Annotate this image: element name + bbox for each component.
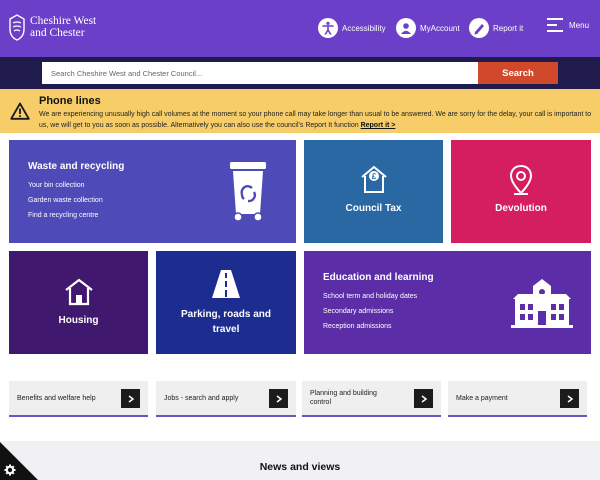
reportit-link[interactable]: Report it [469, 17, 523, 39]
crest-icon [9, 14, 25, 41]
quicklink-label-line-1: Benefits and welfare help [17, 395, 96, 402]
tile-housing[interactable]: Housing [9, 251, 148, 354]
tile-title-line-2: travel [212, 324, 240, 335]
tile-devolution[interactable]: Devolution [451, 140, 591, 243]
map-pin-icon [508, 164, 534, 196]
quicklink-label-line-2: control [310, 399, 332, 406]
house-icon [64, 278, 94, 306]
alert-title: Phone lines [39, 95, 101, 107]
menu-label: Menu [569, 20, 590, 30]
quicklink-planning[interactable]: Planning and building control [302, 381, 441, 417]
link-secondary-admissions[interactable]: Secondary admissions [323, 304, 417, 319]
link-recycling-centre[interactable]: Find a recycling centre [28, 208, 103, 223]
quicklink-label: Benefits and welfare help [17, 394, 96, 403]
quicklink-benefits[interactable]: Benefits and welfare help [9, 381, 148, 417]
quicklink-label-line-1: Jobs - search and apply [164, 395, 239, 402]
user-icon [396, 18, 416, 38]
tile-waste-recycling[interactable]: Waste and recycling Your bin collection … [9, 140, 296, 243]
link-bin-collection[interactable]: Your bin collection [28, 178, 103, 193]
chevron-right-icon [414, 389, 433, 408]
school-building-icon [511, 277, 573, 329]
accessibility-link[interactable]: Accessibility [318, 17, 386, 39]
site-header: Cheshire West and Chester Accessibility … [0, 0, 600, 57]
quicklink-label: Planning and building control [310, 389, 377, 407]
quicklink-label: Make a payment [456, 394, 508, 403]
accessibility-label: Accessibility [342, 23, 386, 33]
tile-parking-roads-travel[interactable]: Parking, roads and travel [156, 251, 296, 354]
link-reception-admissions[interactable]: Reception admissions [323, 319, 417, 334]
tile-title: Waste and recycling [28, 161, 125, 172]
tile-title: Parking, roads and travel [156, 307, 296, 337]
gear-icon [0, 442, 38, 480]
reportit-label: Report it [493, 23, 524, 33]
house-pound-icon: £ [359, 164, 389, 194]
tile-education-learning[interactable]: Education and learning School term and h… [304, 251, 591, 354]
tile-links: School term and holiday dates Secondary … [323, 289, 417, 334]
alert-message: We are experiencing unusually high call … [39, 111, 592, 129]
link-garden-waste[interactable]: Garden waste collection [28, 193, 103, 208]
warning-icon [10, 102, 30, 120]
brand-line-2: and Chester [30, 27, 85, 39]
quicklink-label-line-1: Make a payment [456, 395, 508, 402]
tile-title: Council Tax [345, 203, 402, 214]
tile-title: Housing [58, 315, 99, 326]
brand-name: Cheshire West and Chester [30, 15, 96, 39]
cookie-settings-button[interactable] [0, 442, 38, 480]
search-input[interactable] [42, 62, 478, 84]
quicklink-label: Jobs - search and apply [164, 394, 238, 403]
search-button[interactable]: Search [478, 62, 558, 84]
pen-icon [469, 18, 489, 38]
myaccount-link[interactable]: MyAccount [396, 17, 460, 39]
report-it-link[interactable]: Report it > [361, 122, 396, 129]
tile-title: Education and learning [323, 272, 434, 283]
quicklink-label-line-1: Planning and building [310, 390, 377, 397]
link-term-dates[interactable]: School term and holiday dates [323, 289, 417, 304]
tile-title-line-1: Parking, roads and [180, 309, 272, 320]
alert-body: We are experiencing unusually high call … [39, 109, 592, 131]
chevron-right-icon [269, 389, 288, 408]
news-title: News and views [259, 461, 341, 473]
quicklink-payment[interactable]: Make a payment [448, 381, 587, 417]
myaccount-label: MyAccount [420, 23, 460, 33]
wheelie-bin-icon [228, 160, 268, 222]
chevron-right-icon [560, 389, 579, 408]
tile-title: Devolution [495, 203, 547, 214]
quicklink-jobs[interactable]: Jobs - search and apply [156, 381, 296, 417]
tile-council-tax[interactable]: £ Council Tax [304, 140, 443, 243]
accessibility-icon [318, 18, 338, 38]
chevron-right-icon [121, 389, 140, 408]
menu-button[interactable]: Menu [547, 18, 589, 32]
road-icon [210, 269, 242, 299]
hamburger-icon [547, 18, 563, 32]
svg-text:£: £ [372, 172, 377, 181]
council-logo[interactable]: Cheshire West and Chester [8, 13, 96, 41]
tile-links: Your bin collection Garden waste collect… [28, 178, 103, 223]
brand-line-1: Cheshire West [30, 15, 97, 27]
